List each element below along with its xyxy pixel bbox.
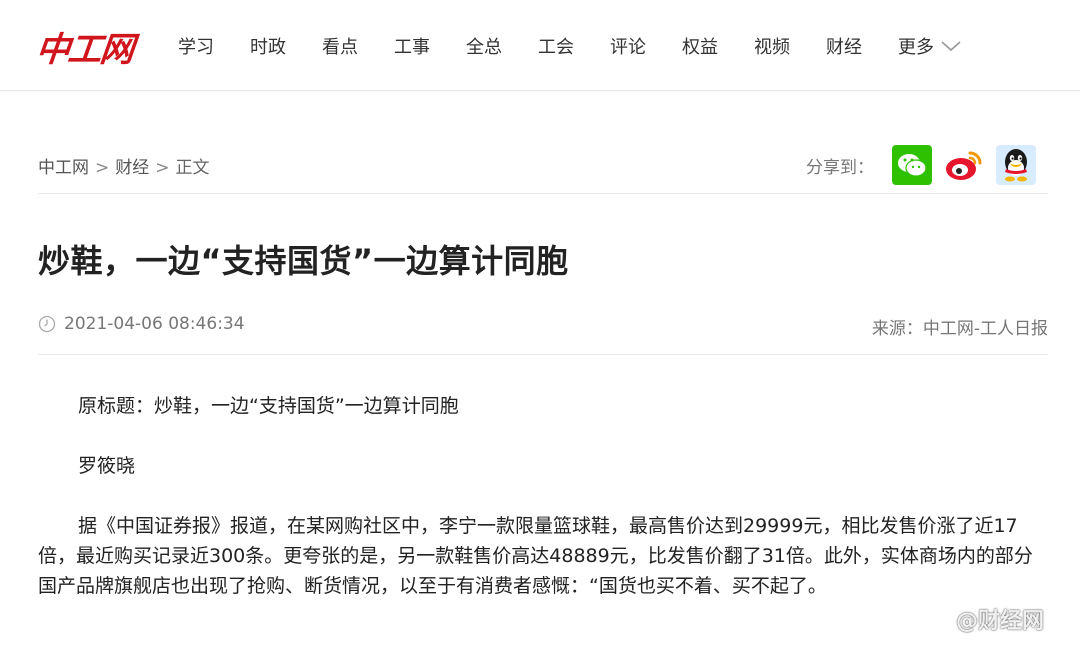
- share-qq-button[interactable]: [996, 145, 1036, 185]
- breadcrumb: 中工网 > 财经 > 正文: [38, 153, 210, 178]
- nav-item-study[interactable]: 学习: [178, 33, 214, 59]
- article-source: 来源：中工网-工人日报: [871, 319, 1048, 339]
- breadcrumb-row: 中工网 > 财经 > 正文 分享到：: [38, 133, 1048, 194]
- breadcrumb-separator: >: [95, 158, 110, 178]
- nav-more-button[interactable]: 更多: [898, 33, 962, 59]
- publish-datetime: 2021-04-06 08:46:34: [64, 314, 245, 334]
- site-logo[interactable]: 中工网: [34, 30, 134, 70]
- breadcrumb-section-link[interactable]: 财经: [115, 158, 149, 178]
- nav-item-work-affairs[interactable]: 工事: [394, 33, 430, 59]
- article-title: 炒鞋，一边“支持国货”一边算计同胞: [38, 242, 569, 280]
- nav-item-union[interactable]: 工会: [538, 33, 574, 59]
- weibo-watermark-icon: [914, 609, 948, 632]
- breadcrumb-current: 正文: [175, 158, 210, 178]
- breadcrumb-home-link[interactable]: 中工网: [38, 158, 89, 178]
- clock-icon: [38, 315, 56, 333]
- nav-item-highlights[interactable]: 看点: [322, 33, 358, 59]
- article-body: 原标题：炒鞋，一边“支持国货”一边算计同胞 罗筱晓 据《中国证券报》报道，在某网…: [38, 391, 1038, 601]
- article-meta: 2021-04-06 08:46:34 来源：中工网-工人日报: [38, 306, 1048, 355]
- share-weibo-button[interactable]: [944, 145, 984, 185]
- share-wechat-button[interactable]: [892, 145, 932, 185]
- nav-item-video[interactable]: 视频: [754, 33, 790, 59]
- article-paragraph: 据《中国证券报》报道，在某网购社区中，李宁一款限量篮球鞋，最高售价达到29999…: [38, 515, 1033, 597]
- main-nav: 学习 时政 看点 工事 全总 工会 评论 权益 视频 财经 更多: [160, 30, 962, 62]
- nav-item-commentary[interactable]: 评论: [610, 33, 646, 59]
- watermark: @财经网: [912, 603, 1044, 635]
- nav-item-rights[interactable]: 权益: [682, 33, 718, 59]
- nav-item-finance[interactable]: 财经: [826, 33, 862, 59]
- share-label: 分享到：: [806, 157, 874, 178]
- article-author: 罗筱晓: [78, 455, 136, 477]
- publish-date: 2021-04-06 08:46:34: [38, 314, 245, 334]
- article-paragraph: 原标题：炒鞋，一边“支持国货”一边算计同胞: [78, 395, 459, 417]
- nav-item-federation[interactable]: 全总: [466, 33, 502, 59]
- chevron-down-icon: [941, 41, 961, 52]
- nav-item-politics[interactable]: 时政: [250, 33, 286, 59]
- weibo-icon: [946, 151, 982, 180]
- breadcrumb-separator: >: [155, 158, 170, 178]
- wechat-icon: [898, 154, 927, 177]
- nav-more-label: 更多: [898, 37, 934, 58]
- watermark-text: @财经网: [956, 609, 1045, 634]
- share-bar: 分享到：: [806, 145, 1036, 185]
- qq-icon: [1005, 149, 1027, 182]
- top-navigation-bar: 中工网 学习 时政 看点 工事 全总 工会 评论 权益 视频 财经 更多: [0, 0, 1080, 91]
